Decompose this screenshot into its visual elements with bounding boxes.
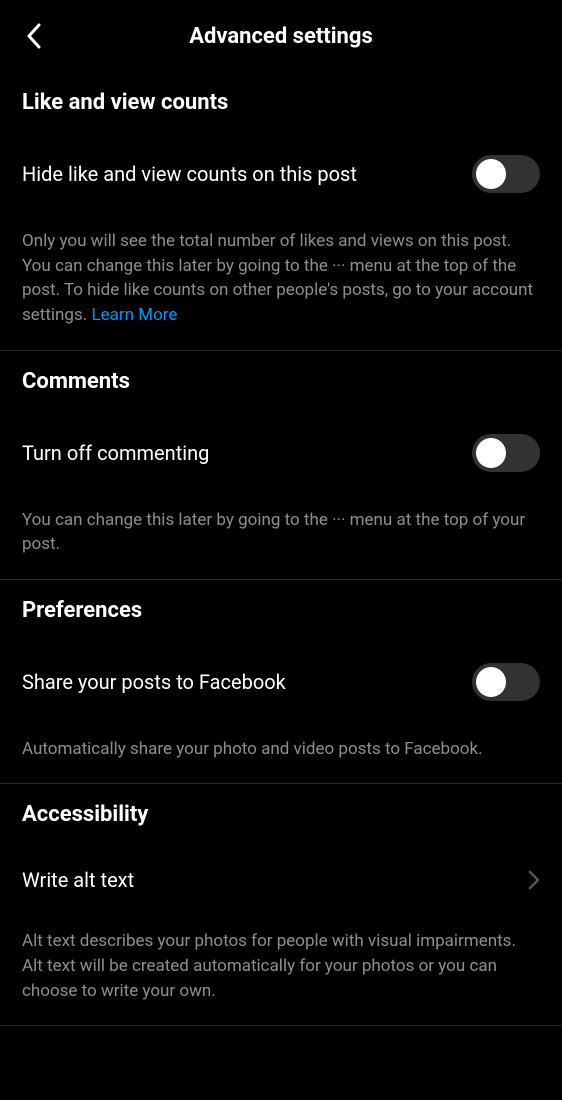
chevron-left-icon	[26, 23, 42, 49]
description-accessibility: Alt text describes your photos for peopl…	[22, 929, 540, 1003]
section-likes: Like and view counts Hide like and view …	[0, 72, 562, 351]
toggle-knob	[476, 667, 506, 697]
section-preferences: Preferences Share your posts to Facebook…	[0, 580, 562, 785]
description-preferences: Automatically share your photo and video…	[22, 737, 540, 762]
section-accessibility: Accessibility Write alt text Alt text de…	[0, 784, 562, 1026]
row-turn-off-commenting: Turn off commenting	[22, 434, 540, 472]
label-turn-off-commenting: Turn off commenting	[22, 440, 209, 466]
label-write-alt-text: Write alt text	[22, 867, 134, 893]
chevron-right-icon	[528, 870, 540, 890]
toggle-hide-likes[interactable]	[472, 155, 540, 193]
description-comments: You can change this later by going to th…	[22, 508, 540, 557]
row-write-alt-text[interactable]: Write alt text	[22, 867, 540, 893]
learn-more-link[interactable]: Learn More	[91, 305, 177, 325]
section-title-comments: Comments	[22, 369, 540, 394]
toggle-knob	[476, 159, 506, 189]
toggle-share-facebook[interactable]	[472, 663, 540, 701]
row-hide-likes: Hide like and view counts on this post	[22, 155, 540, 193]
page-title: Advanced settings	[20, 24, 542, 49]
back-button[interactable]	[20, 22, 48, 50]
section-title-preferences: Preferences	[22, 598, 540, 623]
toggle-knob	[476, 438, 506, 468]
section-title-likes: Like and view counts	[22, 90, 540, 115]
description-likes: Only you will see the total number of li…	[22, 229, 540, 328]
label-hide-likes: Hide like and view counts on this post	[22, 161, 357, 187]
section-comments: Comments Turn off commenting You can cha…	[0, 351, 562, 580]
label-share-facebook: Share your posts to Facebook	[22, 669, 286, 695]
header: Advanced settings	[0, 0, 562, 72]
row-share-facebook: Share your posts to Facebook	[22, 663, 540, 701]
section-title-accessibility: Accessibility	[22, 802, 540, 827]
toggle-turn-off-commenting[interactable]	[472, 434, 540, 472]
